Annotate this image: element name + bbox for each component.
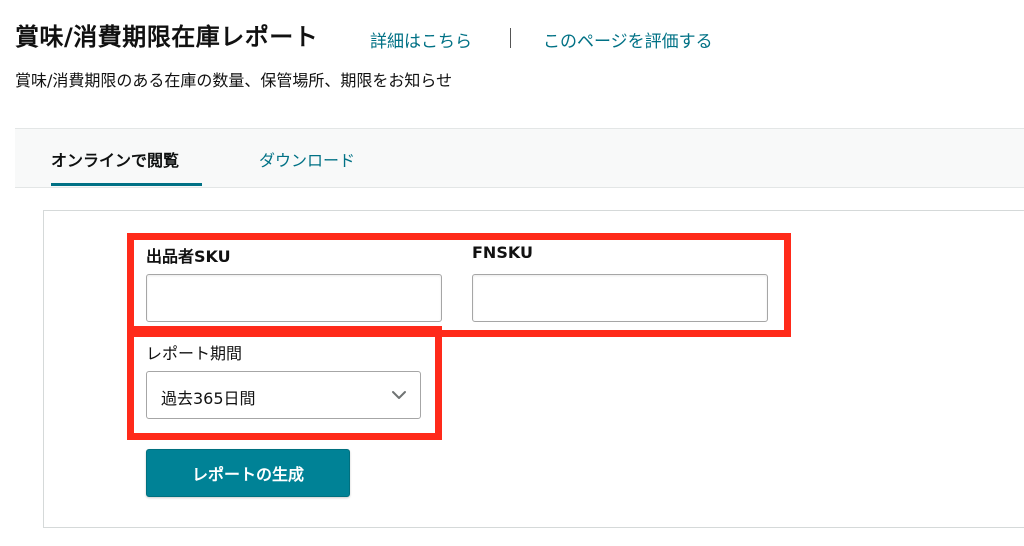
report-period-label: レポート期間 (146, 344, 243, 363)
tab-download[interactable]: ダウンロード (259, 147, 355, 171)
report-period-select[interactable]: 過去365日間 (146, 371, 421, 419)
details-link[interactable]: 詳細はこちら (370, 27, 472, 52)
seller-sku-label: 出品者SKU (146, 247, 231, 266)
chevron-down-icon (390, 386, 408, 404)
report-period-selected: 過去365日間 (161, 389, 256, 408)
tab-view-online[interactable]: オンラインで閲覧 (51, 147, 179, 171)
header-divider (510, 28, 511, 48)
page: 賞味/消費期限在庫レポート 詳細はこちら このページを評価する 賞味/消費期限の… (0, 0, 1024, 546)
page-subtitle: 賞味/消費期限のある在庫の数量、保管場所、期限をお知らせ (15, 71, 453, 90)
fnsku-label: FNSKU (472, 243, 533, 262)
tab-bar: オンラインで閲覧 ダウンロード (15, 128, 1024, 188)
page-title: 賞味/消費期限在庫レポート (15, 23, 319, 51)
fnsku-input[interactable] (472, 274, 768, 322)
rate-page-link[interactable]: このページを評価する (543, 27, 713, 52)
seller-sku-input[interactable] (146, 274, 442, 322)
generate-report-button[interactable]: レポートの生成 (146, 449, 350, 497)
active-tab-indicator (51, 183, 202, 186)
